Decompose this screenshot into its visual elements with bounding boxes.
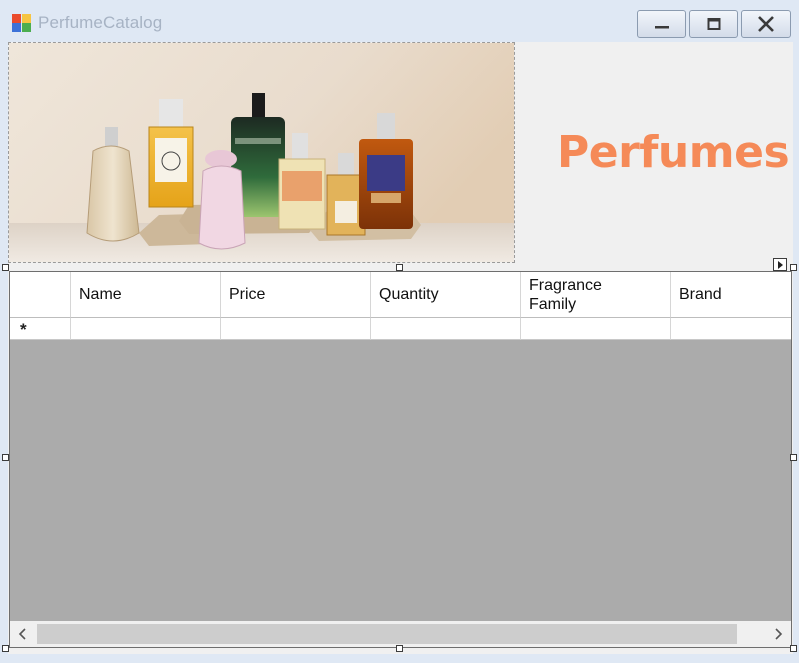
perfume-bottles-image [9,43,514,262]
column-header-quantity[interactable]: Quantity [371,272,521,318]
scroll-left-button[interactable] [10,621,36,647]
minimize-icon [654,26,669,29]
column-header-fragrance-family[interactable]: Fragrance Family [521,272,671,318]
resize-handle-top-right[interactable] [790,264,797,271]
new-row-cell-price[interactable] [221,318,371,340]
maximize-button[interactable] [689,10,738,38]
perfume-picture-box [8,42,515,263]
column-header-name[interactable]: Name [71,272,221,318]
minimize-button[interactable] [637,10,686,38]
new-row-marker[interactable]: * [10,318,71,340]
close-button[interactable] [741,10,791,38]
close-icon [758,16,774,32]
scroll-right-button[interactable] [765,621,791,647]
new-row-cell-name[interactable] [71,318,221,340]
window-title: PerfumeCatalog [38,13,163,32]
column-header-brand[interactable]: Brand [671,272,791,318]
smart-tag-button[interactable] [773,258,787,271]
resize-handle-left[interactable] [2,454,9,461]
maximize-icon [707,18,720,30]
resize-handle-bottom-left[interactable] [2,645,9,652]
grid-new-row[interactable]: * [10,318,791,340]
scrollbar-thumb[interactable] [37,624,737,644]
column-header-price[interactable]: Price [221,272,371,318]
resize-handle-right[interactable] [790,454,797,461]
column-header-fragrance-family-label: Fragrance Family [529,276,602,313]
title-bar: PerfumeCatalog [0,0,799,42]
perfume-data-grid[interactable]: Name Price Quantity Fragrance Family Bra… [9,271,792,648]
chevron-right-icon [775,628,783,640]
new-row-cell-brand[interactable] [671,318,791,340]
resize-handle-top[interactable] [396,264,403,271]
form-client-area: Perfumes Name Price Quantity Fragrance F… [8,42,793,654]
resize-handle-top-left[interactable] [2,264,9,271]
page-heading: Perfumes [557,127,790,178]
horizontal-scrollbar[interactable] [10,621,791,647]
app-icon [11,13,33,33]
grid-header-row: Name Price Quantity Fragrance Family Bra… [10,272,791,318]
new-row-cell-fragrance-family[interactable] [521,318,671,340]
resize-handle-bottom[interactable] [396,645,403,652]
row-header-corner[interactable] [10,272,71,318]
chevron-left-icon [18,628,26,640]
caret-right-icon [778,261,783,269]
new-row-cell-quantity[interactable] [371,318,521,340]
resize-handle-bottom-right[interactable] [790,645,797,652]
